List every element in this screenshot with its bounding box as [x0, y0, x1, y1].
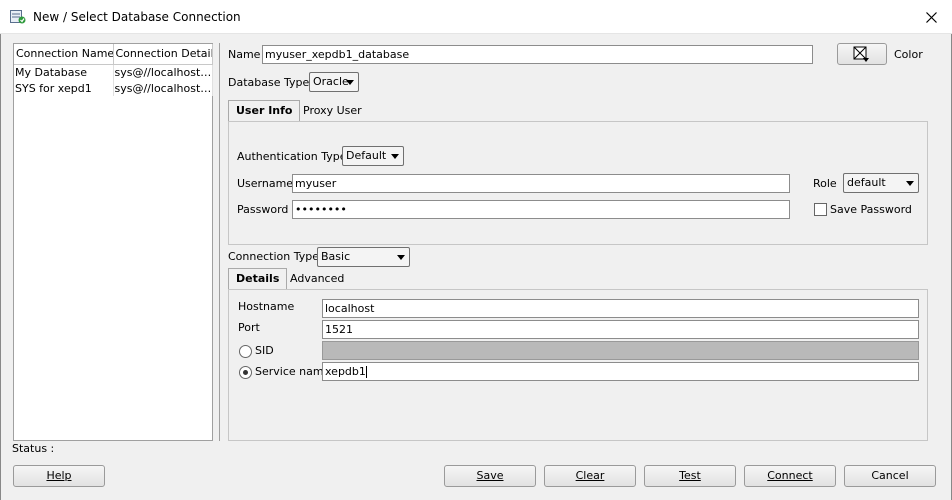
close-button[interactable] — [920, 6, 942, 28]
tab-user-info[interactable]: User Info — [228, 100, 301, 121]
connection-details: sys@//localhost:... — [113, 64, 213, 80]
database-type-label: Database Type — [228, 76, 310, 89]
connection-type-select[interactable]: Basic — [317, 247, 410, 267]
connection-name: SYS for xepd1 — [14, 80, 114, 96]
name-label: Name — [228, 48, 261, 61]
tab-proxy-user[interactable]: Proxy User — [296, 101, 369, 122]
connections-table: Connection Name Connection Details My Da… — [14, 44, 213, 96]
chevron-down-icon — [397, 255, 405, 260]
sid-radio[interactable] — [239, 345, 252, 358]
connections-list[interactable]: Connection Name Connection Details My Da… — [13, 43, 213, 441]
service-name-value: xepdb1 — [325, 365, 366, 378]
help-button[interactable]: Help — [13, 465, 105, 487]
close-icon — [925, 11, 937, 23]
test-button-label: Test — [679, 469, 701, 482]
role-value: default — [847, 176, 886, 189]
role-select[interactable]: default — [843, 173, 919, 193]
save-password-checkbox[interactable] — [814, 203, 827, 216]
chevron-down-icon — [391, 154, 399, 159]
service-name-label: Service name — [255, 365, 331, 378]
service-name-input[interactable]: xepdb1 — [322, 362, 919, 381]
save-button[interactable]: Save — [444, 465, 536, 487]
connection-name: My Database — [14, 64, 114, 80]
port-input[interactable]: 1521 — [322, 320, 919, 339]
color-swatch-icon — [853, 46, 869, 62]
name-input[interactable]: myuser_xepdb1_database — [262, 45, 813, 64]
save-button-label: Save — [476, 469, 504, 482]
authentication-type-value: Default — [346, 149, 387, 162]
table-row[interactable]: My Database sys@//localhost:... — [14, 64, 213, 80]
hostname-input[interactable]: localhost — [322, 299, 919, 318]
username-label: Username — [237, 177, 294, 190]
password-input[interactable]: •••••••• — [292, 200, 790, 219]
database-connection-icon — [10, 10, 26, 24]
connect-button[interactable]: Connect — [744, 465, 836, 487]
status-label: Status : — [12, 442, 55, 455]
help-button-label: Help — [46, 469, 72, 482]
connect-button-label: Connect — [767, 469, 813, 482]
service-name-radio[interactable] — [239, 366, 252, 379]
color-label: Color — [894, 48, 923, 61]
sid-input — [322, 341, 919, 360]
clear-button-label: Clear — [575, 469, 605, 482]
column-header-connection-name[interactable]: Connection Name — [14, 44, 114, 65]
username-input[interactable]: myuser — [292, 174, 790, 193]
database-type-value: Oracle — [313, 75, 349, 88]
tab-details[interactable]: Details — [228, 268, 288, 289]
tab-advanced[interactable]: Advanced — [283, 269, 351, 290]
database-type-select[interactable]: Oracle — [309, 72, 359, 92]
connection-details: sys@//localhost:... — [113, 80, 213, 96]
table-row[interactable]: SYS for xepd1 sys@//localhost:... — [14, 80, 213, 96]
connection-type-label: Connection Type — [228, 250, 320, 263]
sid-label: SID — [255, 344, 274, 357]
hostname-label: Hostname — [238, 300, 295, 313]
window-title: New / Select Database Connection — [33, 10, 241, 24]
connection-type-value: Basic — [321, 250, 351, 263]
clear-button[interactable]: Clear — [544, 465, 636, 487]
chevron-down-icon — [346, 80, 354, 85]
save-password-label: Save Password — [830, 203, 912, 216]
test-button[interactable]: Test — [644, 465, 736, 487]
role-label: Role — [813, 177, 837, 190]
cancel-button-label: Cancel — [871, 469, 909, 482]
password-label: Password — [237, 203, 289, 216]
cancel-button[interactable]: Cancel — [844, 465, 936, 487]
color-button[interactable] — [837, 43, 887, 65]
authentication-type-label: Authentication Type — [237, 150, 347, 163]
chevron-down-icon — [906, 181, 914, 186]
text-cursor — [365, 366, 367, 378]
panel-divider[interactable] — [219, 43, 220, 441]
column-header-connection-details[interactable]: Connection Details — [113, 44, 213, 65]
port-label: Port — [238, 321, 260, 334]
authentication-type-select[interactable]: Default — [342, 146, 404, 166]
